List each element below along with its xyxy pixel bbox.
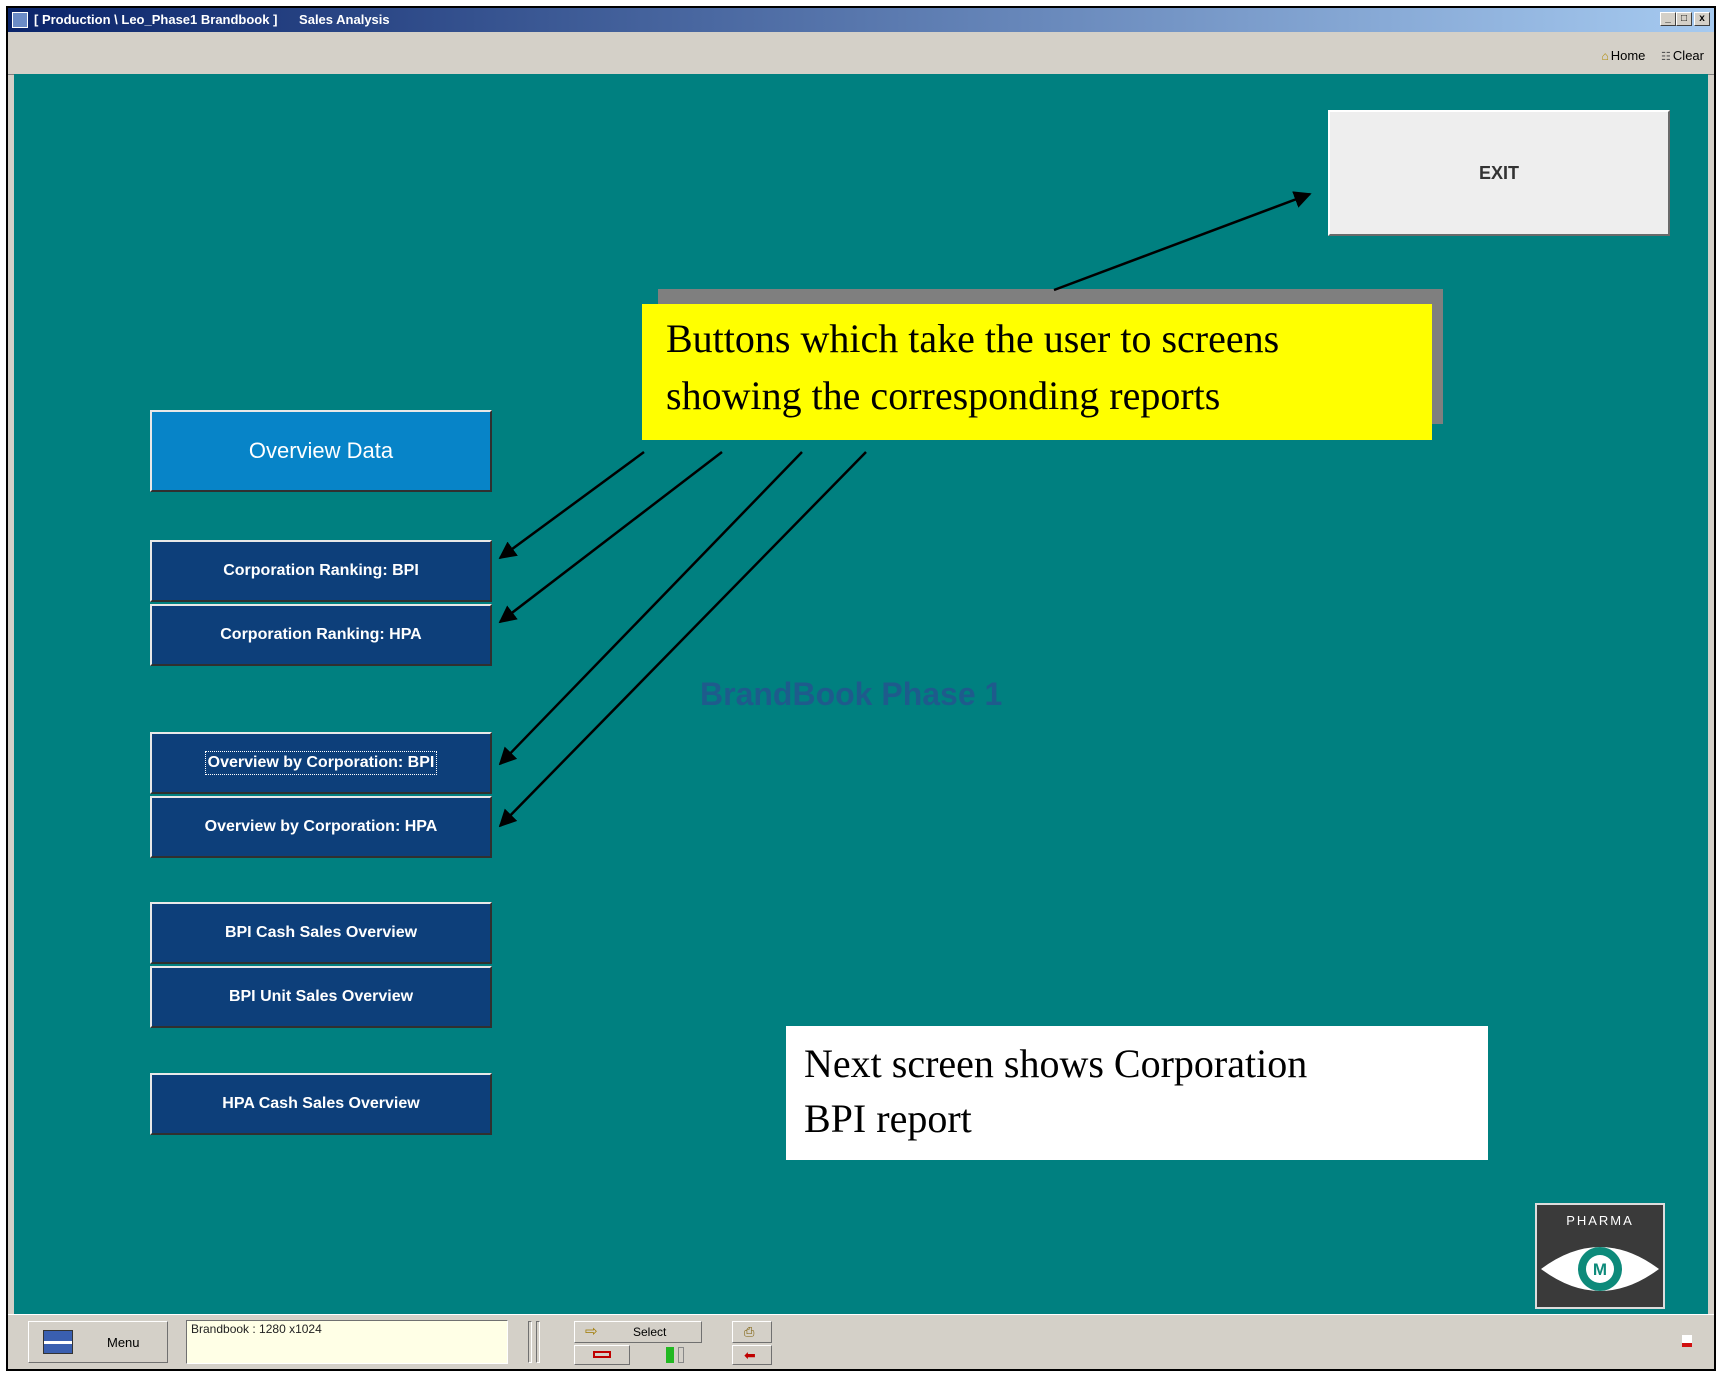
clear-icon: ☷ — [1661, 51, 1671, 63]
menu-bar: ⌂ Home ☷ Clear — [8, 32, 1714, 75]
print-button[interactable]: ⎙ — [732, 1321, 772, 1343]
window-title: [ Production \ Leo_Phase1 Brandbook ] Sa… — [34, 12, 390, 27]
separator — [536, 1321, 540, 1363]
progress-indicator-empty — [678, 1347, 684, 1363]
title-bar[interactable]: [ Production \ Leo_Phase1 Brandbook ] Sa… — [8, 8, 1714, 32]
back-arrow-icon: ⬅ — [744, 1347, 756, 1363]
menu-label: Menu — [107, 1335, 140, 1350]
arrow-to-overview-by-corporation-hpa — [498, 451, 867, 828]
select-button[interactable]: ⇨ Select — [574, 1321, 702, 1343]
separator — [528, 1321, 532, 1363]
window-title-path: [ Production \ Leo_Phase1 Brandbook ] — [34, 12, 278, 27]
menu-links: ⌂ Home ☷ Clear — [1601, 48, 1704, 63]
home-icon: ⌂ — [1601, 49, 1609, 63]
info-field: Brandbook : 1280 x1024 — [186, 1320, 508, 1364]
status-indicator-icon — [1682, 1335, 1692, 1347]
app-window: [ Production \ Leo_Phase1 Brandbook ] Sa… — [6, 6, 1716, 1371]
status-bar: Menu Brandbook : 1280 x1024 ⇨ Select ⎙ ⬅ — [8, 1314, 1714, 1369]
back-button[interactable]: ⬅ — [732, 1345, 772, 1365]
minimize-button[interactable]: _ — [1660, 12, 1676, 26]
arrow-to-corporation-ranking-bpi — [498, 450, 645, 560]
close-button[interactable]: x — [1694, 12, 1710, 26]
record-button[interactable] — [574, 1345, 630, 1365]
select-label: Select — [633, 1325, 667, 1339]
pharma-logo: PHARMA M — [1535, 1203, 1665, 1309]
home-link[interactable]: ⌂ Home — [1601, 48, 1645, 63]
progress-indicator — [666, 1347, 674, 1363]
arrow-to-exit — [1053, 191, 1312, 292]
app-icon — [12, 12, 28, 28]
logo-mark: M — [1593, 1260, 1607, 1279]
select-arrow-icon: ⇨ — [585, 1323, 598, 1340]
clear-link[interactable]: ☷ Clear — [1649, 48, 1704, 63]
annotation-arrows — [498, 191, 1312, 828]
print-icon: ⎙ — [744, 1324, 755, 1339]
window-title-section: Sales Analysis — [299, 12, 390, 27]
logo-text: PHARMA — [1566, 1213, 1634, 1228]
arrow-to-overview-by-corporation-bpi — [498, 451, 803, 766]
record-icon — [593, 1351, 611, 1358]
maximize-button[interactable]: □ — [1676, 12, 1692, 26]
eye-logo-icon: M — [1541, 1247, 1659, 1291]
menu-icon — [43, 1330, 73, 1354]
main-panel: EXIT Overview Data Corporation Ranking: … — [14, 74, 1708, 1314]
clear-label: Clear — [1672, 48, 1704, 63]
menu-button[interactable]: Menu — [28, 1321, 168, 1363]
home-label: Home — [1610, 48, 1646, 63]
